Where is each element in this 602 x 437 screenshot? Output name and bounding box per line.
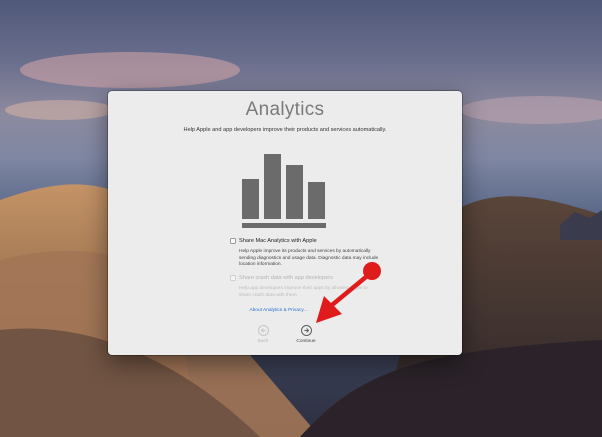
- bar-chart-icon: [242, 154, 326, 228]
- share-crash-data-checkbox: [230, 275, 236, 281]
- continue-label: Continue: [296, 339, 316, 344]
- back-button: Back: [248, 325, 278, 344]
- dialog-title: Analytics: [245, 99, 325, 120]
- back-label: Back: [257, 339, 269, 344]
- share-mac-analytics-checkbox[interactable]: [230, 238, 236, 244]
- arrow-right-circle-icon: [300, 325, 312, 336]
- share-crash-data-description: Help app developers improve their apps b…: [239, 286, 368, 298]
- share-mac-analytics-description: Help Apple improve its products and serv…: [239, 249, 379, 268]
- analytics-dialog: Analytics Help Apple and app developers …: [108, 91, 462, 355]
- dialog-subtitle: Help Apple and app developers improve th…: [183, 127, 387, 133]
- arrow-left-circle-icon: [257, 325, 269, 336]
- continue-button[interactable]: Continue: [291, 325, 321, 344]
- share-mac-analytics-label: Share Mac Analytics with Apple: [239, 238, 317, 244]
- share-mac-analytics-row[interactable]: Share Mac Analytics with Apple: [230, 238, 317, 244]
- share-crash-data-label: Share crash data with app developers: [239, 275, 333, 281]
- about-analytics-privacy-link[interactable]: About Analytics & Privacy…: [108, 308, 450, 313]
- share-crash-data-row: Share crash data with app developers: [230, 275, 333, 281]
